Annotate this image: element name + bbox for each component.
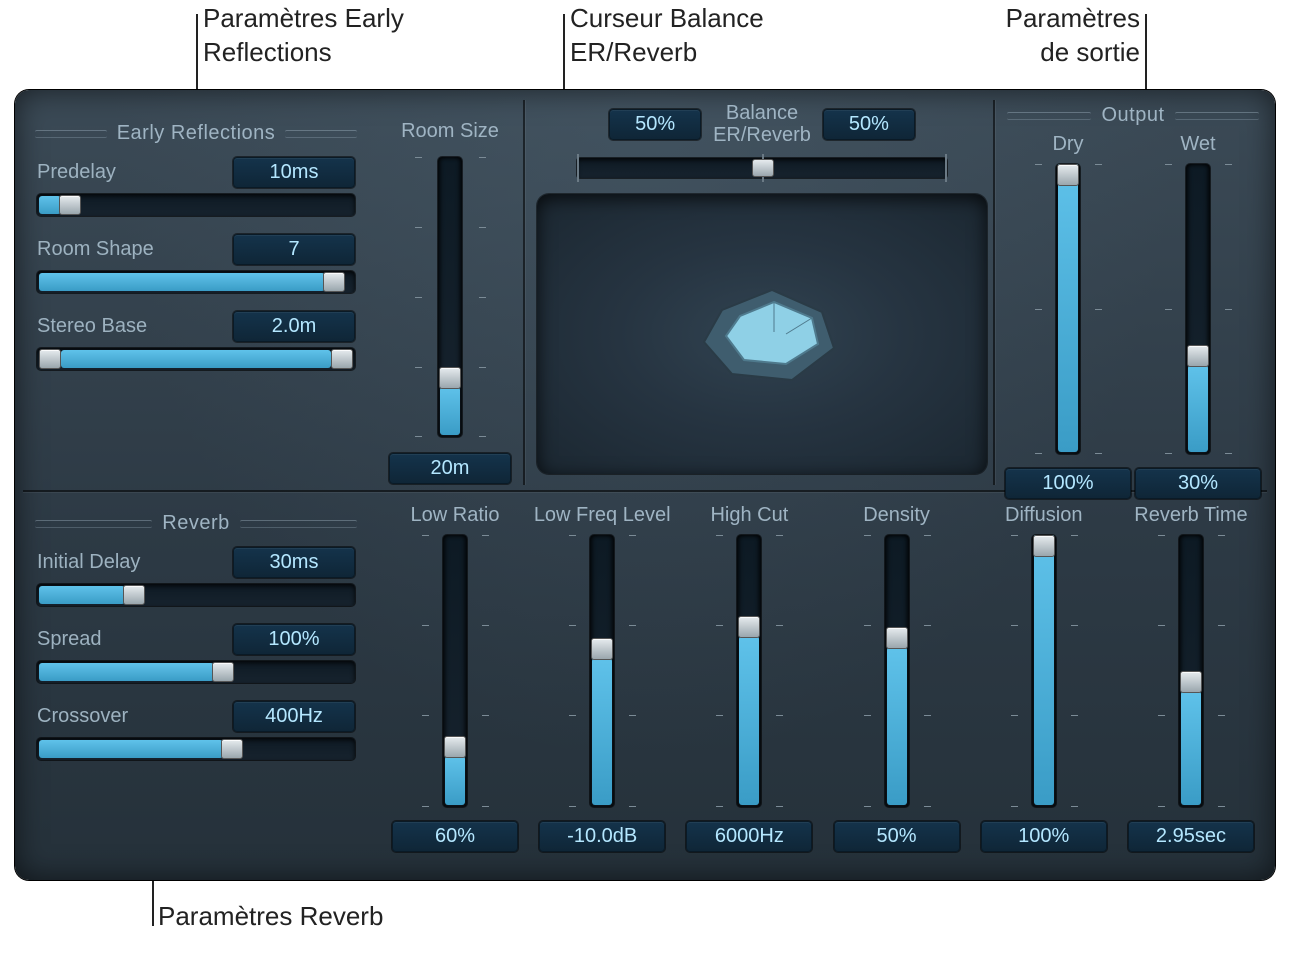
diffusion-slider[interactable] bbox=[1032, 535, 1056, 807]
initialdelay-slider[interactable] bbox=[37, 584, 355, 606]
output-title: Output bbox=[1003, 102, 1263, 129]
room-shape-preview bbox=[537, 194, 987, 474]
predelay-label: Predelay bbox=[37, 161, 116, 184]
stereobase-slider[interactable] bbox=[37, 348, 355, 370]
reverbtime-slider[interactable] bbox=[1179, 535, 1203, 807]
diffusion-readout[interactable]: 100% bbox=[981, 821, 1107, 852]
wet-label: Wet bbox=[1180, 133, 1215, 156]
initialdelay-label: Initial Delay bbox=[37, 551, 140, 574]
balance-and-preview: 50% Balance ER/Reverb 50% bbox=[537, 102, 987, 474]
dry-label: Dry bbox=[1052, 133, 1083, 156]
callout-early-reflections: Paramètres Early Reflections bbox=[203, 2, 404, 70]
reverb-title: Reverb bbox=[31, 510, 361, 537]
spread-readout[interactable]: 100% bbox=[233, 624, 355, 655]
lowratio-readout[interactable]: 60% bbox=[392, 821, 518, 852]
dry-slider[interactable] bbox=[1056, 164, 1080, 454]
early-reflections-title-text: Early Reflections bbox=[117, 122, 276, 145]
room-size-group: Room Size 20m bbox=[385, 120, 515, 484]
wet-slider[interactable] bbox=[1186, 164, 1210, 454]
callout-reverb: Paramètres Reverb bbox=[158, 900, 383, 934]
balance-slider[interactable] bbox=[577, 158, 947, 178]
density-label: Density bbox=[863, 504, 930, 527]
room-size-readout[interactable]: 20m bbox=[389, 453, 511, 484]
room-size-label: Room Size bbox=[385, 120, 515, 143]
diffusion-label: Diffusion bbox=[1005, 504, 1082, 527]
platinumverb-panel: Early Reflections Predelay 10ms Room Sha… bbox=[15, 90, 1275, 880]
spread-slider[interactable] bbox=[37, 661, 355, 683]
balance-title: Balance ER/Reverb bbox=[713, 102, 811, 146]
stereobase-readout[interactable]: 2.0m bbox=[233, 311, 355, 342]
room-shape-icon bbox=[662, 270, 862, 410]
highcut-label: High Cut bbox=[710, 504, 788, 527]
reverb-voice-params: Low Ratio 60% Low Freq Level bbox=[385, 504, 1261, 852]
crossover-label: Crossover bbox=[37, 705, 128, 728]
stereobase-label: Stereo Base bbox=[37, 315, 147, 338]
reverb-title-text: Reverb bbox=[162, 512, 229, 535]
reverbtime-readout[interactable]: 2.95sec bbox=[1128, 821, 1254, 852]
roomshape-label: Room Shape bbox=[37, 238, 154, 261]
lowfreqlevel-slider[interactable] bbox=[590, 535, 614, 807]
output-group: Output Dry 100% bbox=[1003, 102, 1263, 499]
predelay-readout[interactable]: 10ms bbox=[233, 157, 355, 188]
crossover-slider[interactable] bbox=[37, 738, 355, 760]
callout-balance: Curseur Balance ER/Reverb bbox=[570, 2, 764, 70]
divider-v1 bbox=[523, 100, 525, 485]
density-slider[interactable] bbox=[885, 535, 909, 807]
crossover-readout[interactable]: 400Hz bbox=[233, 701, 355, 732]
room-size-slider[interactable] bbox=[438, 157, 462, 437]
early-reflections-group: Early Reflections Predelay 10ms Room Sha… bbox=[31, 120, 361, 388]
highcut-slider[interactable] bbox=[737, 535, 761, 807]
density-readout[interactable]: 50% bbox=[834, 821, 960, 852]
predelay-slider[interactable] bbox=[37, 194, 355, 216]
roomshape-readout[interactable]: 7 bbox=[233, 234, 355, 265]
lowfreqlevel-label: Low Freq Level bbox=[534, 504, 671, 527]
lowfreqlevel-readout[interactable]: -10.0dB bbox=[539, 821, 665, 852]
reverbtime-label: Reverb Time bbox=[1134, 504, 1247, 527]
spread-label: Spread bbox=[37, 628, 102, 651]
early-reflections-title: Early Reflections bbox=[31, 120, 361, 147]
balance-left-readout[interactable]: 50% bbox=[609, 109, 701, 140]
dry-readout[interactable]: 100% bbox=[1005, 468, 1131, 499]
reverb-group: Reverb Initial Delay 30ms Spread 100% Cr… bbox=[31, 510, 361, 778]
roomshape-slider[interactable] bbox=[37, 271, 355, 293]
output-title-text: Output bbox=[1101, 104, 1164, 127]
lowratio-slider[interactable] bbox=[443, 535, 467, 807]
lowratio-label: Low Ratio bbox=[411, 504, 500, 527]
wet-readout[interactable]: 30% bbox=[1135, 468, 1261, 499]
divider-v2 bbox=[993, 100, 995, 485]
initialdelay-readout[interactable]: 30ms bbox=[233, 547, 355, 578]
callout-output: Paramètres de sortie bbox=[990, 2, 1140, 70]
balance-right-readout[interactable]: 50% bbox=[823, 109, 915, 140]
highcut-readout[interactable]: 6000Hz bbox=[686, 821, 812, 852]
